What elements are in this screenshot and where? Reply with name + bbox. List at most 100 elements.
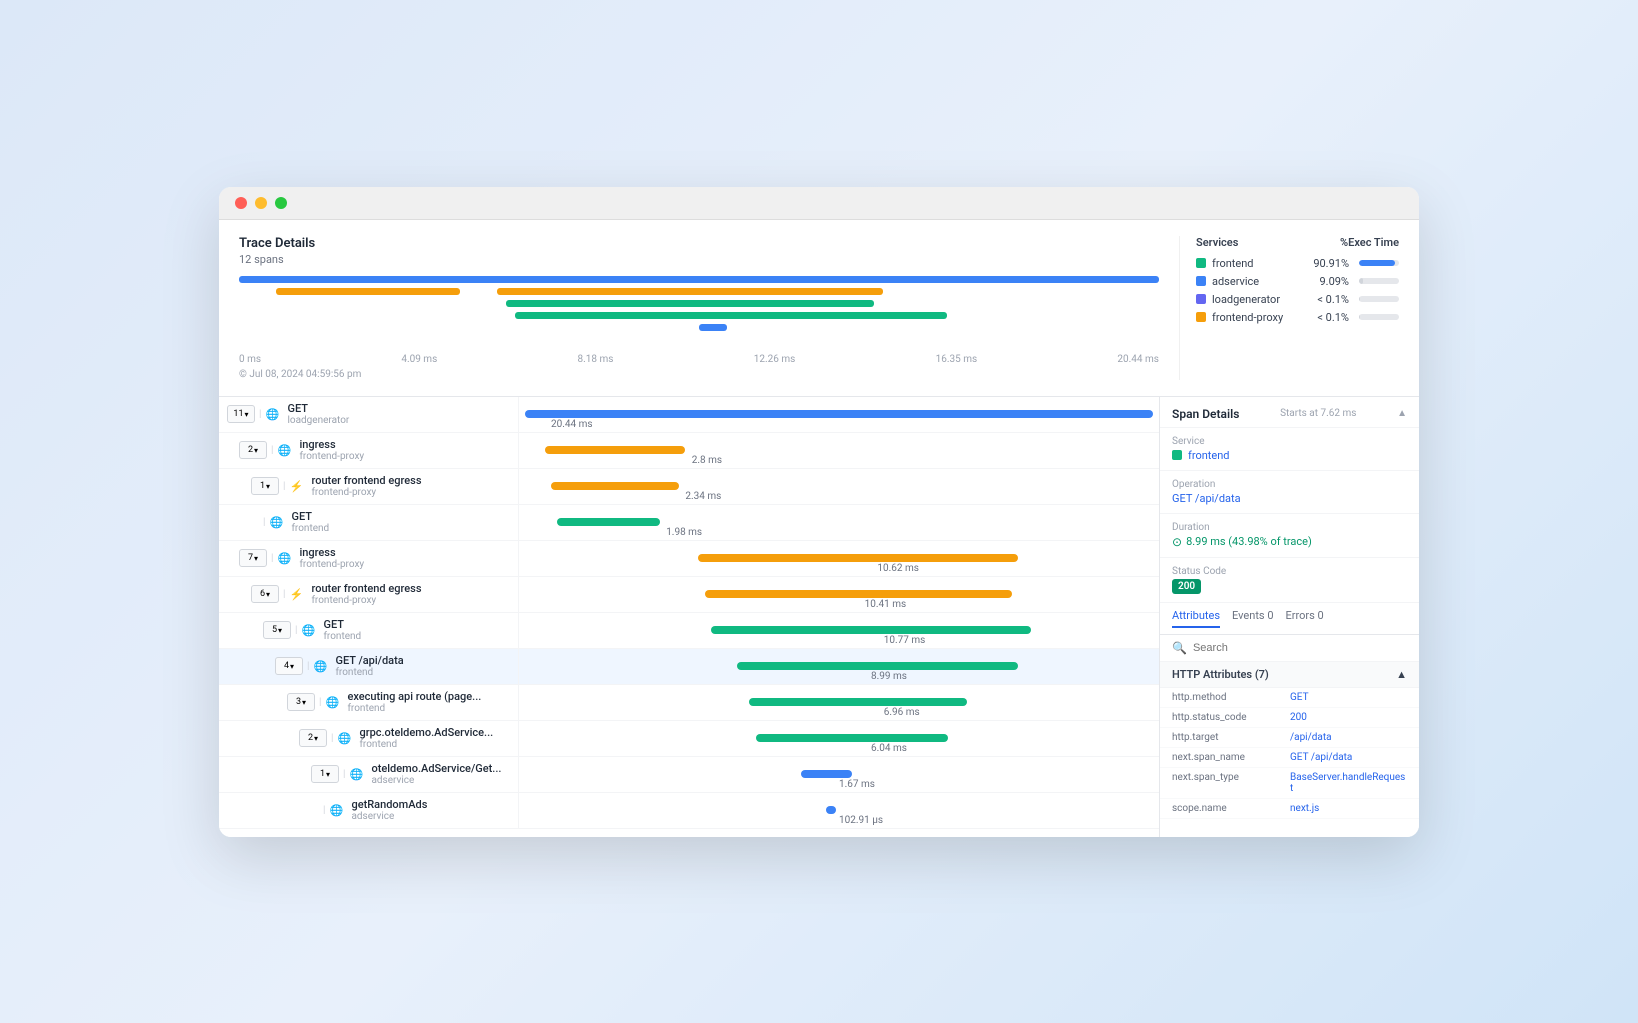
- span-row-2[interactable]: 2 ▾ | 🌐 ingress frontend-proxy: [219, 433, 1159, 469]
- service-row-frontend-proxy: frontend-proxy < 0.1%: [1196, 311, 1399, 324]
- span-details-header: Span Details Starts at 7.62 ms ▲: [1160, 397, 1419, 428]
- span-service-9: frontend: [347, 703, 481, 714]
- span-row-4[interactable]: | 🌐 GET frontend 1.98 ms: [219, 505, 1159, 541]
- span-details-starts: Starts at 7.62 ms: [1280, 408, 1356, 419]
- search-icon: 🔍: [1172, 641, 1187, 655]
- span-collapse-8[interactable]: 4 ▾: [275, 657, 303, 675]
- span-collapse-3[interactable]: 1 ▾: [251, 477, 279, 495]
- globe-icon-10: 🌐: [337, 731, 351, 745]
- span-bar-3: [551, 482, 679, 490]
- span-collapse-7[interactable]: 5 ▾: [263, 621, 291, 639]
- span-details-panel: Span Details Starts at 7.62 ms ▲ Service…: [1159, 397, 1419, 837]
- service-dot-frontend: [1196, 258, 1206, 268]
- maximize-button[interactable]: [275, 197, 287, 209]
- span-left-4: | 🌐 GET frontend: [219, 505, 519, 540]
- span-row-11[interactable]: 1 ▾ | 🌐 oteldemo.AdService/Get... adserv…: [219, 757, 1159, 793]
- attr-row-method: http.method GET: [1160, 688, 1419, 708]
- span-bar-5: [698, 554, 1018, 562]
- span-duration-9: 6.96 ms: [884, 707, 920, 718]
- span-row-12[interactable]: | 🌐 getRandomAds adservice 102.91 µs: [219, 793, 1159, 829]
- span-service-12: adservice: [351, 811, 427, 822]
- span-collapse-11[interactable]: 1 ▾: [311, 765, 339, 783]
- span-duration-11: 1.67 ms: [839, 779, 875, 790]
- span-right-6: 10.41 ms: [519, 577, 1159, 612]
- span-service-10: frontend: [359, 739, 493, 750]
- mini-bar-4: [506, 300, 874, 307]
- span-info-12: getRandomAds adservice: [351, 798, 427, 822]
- span-name-7: GET: [323, 618, 361, 631]
- mini-gantt: [239, 276, 1159, 346]
- span-row-7[interactable]: 5 ▾ | 🌐 GET frontend: [219, 613, 1159, 649]
- duration-section: Duration ⊙ 8.99 ms (43.98% of trace): [1160, 514, 1419, 558]
- span-details-title: Span Details: [1172, 407, 1239, 421]
- globe-icon-9: 🌐: [325, 695, 339, 709]
- minimize-button[interactable]: [255, 197, 267, 209]
- span-row-8[interactable]: 4 ▾ | 🌐 GET /api/data frontend: [219, 649, 1159, 685]
- attr-group-header[interactable]: HTTP Attributes (7) ▲: [1160, 662, 1419, 688]
- span-row-3[interactable]: 1 ▾ | ⚡ router frontend egress frontend-…: [219, 469, 1159, 505]
- detail-search[interactable]: 🔍: [1160, 635, 1419, 662]
- attr-row-target: http.target /api/data: [1160, 728, 1419, 748]
- span-row-9[interactable]: 3 ▾ | 🌐 executing api route (page... fro…: [219, 685, 1159, 721]
- service-pct-adservice: 9.09%: [1319, 275, 1349, 288]
- span-left-9: 3 ▾ | 🌐 executing api route (page... fro…: [219, 685, 519, 720]
- span-name-1: GET: [287, 402, 349, 415]
- span-row-6[interactable]: 6 ▾ | ⚡ router frontend egress frontend-…: [219, 577, 1159, 613]
- span-right-11: 1.67 ms: [519, 757, 1159, 792]
- span-left-2: 2 ▾ | 🌐 ingress frontend-proxy: [219, 433, 519, 468]
- span-collapse-2[interactable]: 2 ▾: [239, 441, 267, 459]
- pipe-icon-3: |: [283, 481, 285, 492]
- globe-icon-2: 🌐: [277, 443, 291, 457]
- span-info-7: GET frontend: [323, 618, 361, 642]
- span-left-6: 6 ▾ | ⚡ router frontend egress frontend-…: [219, 577, 519, 612]
- globe-icon-7: 🌐: [301, 623, 315, 637]
- scrollbar-handle[interactable]: ▲: [1397, 408, 1407, 419]
- close-button[interactable]: [235, 197, 247, 209]
- chevron-up-icon: ▲: [1396, 668, 1407, 681]
- span-indent-2: 2 ▾ | 🌐 ingress frontend-proxy: [227, 438, 364, 462]
- tab-errors[interactable]: Errors 0: [1286, 609, 1324, 628]
- span-left-8: 4 ▾ | 🌐 GET /api/data frontend: [219, 649, 519, 684]
- span-right-12: 102.91 µs: [519, 793, 1159, 828]
- service-bar-bg-frontend-proxy: [1359, 314, 1399, 320]
- span-info-6: router frontend egress frontend-proxy: [311, 582, 421, 606]
- span-collapse-1[interactable]: 11 ▾: [227, 405, 255, 423]
- span-row[interactable]: 11 ▾ | 🌐 GET loadgenerator: [219, 397, 1159, 433]
- pipe-icon-2: |: [271, 445, 273, 456]
- span-collapse-10[interactable]: 2 ▾: [299, 729, 327, 747]
- span-name-5: ingress: [299, 546, 364, 559]
- span-indent-1: 11 ▾ | 🌐 GET loadgenerator: [227, 402, 349, 426]
- span-bar-8: [737, 662, 1019, 670]
- search-input[interactable]: [1193, 642, 1407, 654]
- tab-attributes[interactable]: Attributes: [1172, 609, 1220, 628]
- service-bar-bg-frontend: [1359, 260, 1399, 266]
- span-collapse-6[interactable]: 6 ▾: [251, 585, 279, 603]
- span-collapse-5[interactable]: 7 ▾: [239, 549, 267, 567]
- trace-timestamp: © Jul 08, 2024 04:59:56 pm: [239, 369, 1159, 380]
- span-bar-9: [749, 698, 967, 706]
- span-left-10: 2 ▾ | 🌐 grpc.oteldemo.AdService... front…: [219, 721, 519, 756]
- span-info-1: GET loadgenerator: [287, 402, 349, 426]
- spans-list[interactable]: 11 ▾ | 🌐 GET loadgenerator: [219, 397, 1159, 837]
- status-code-section: Status Code 200: [1160, 558, 1419, 603]
- attr-key-status: http.status_code: [1172, 712, 1282, 723]
- trace-spans: 12 spans: [239, 253, 1159, 266]
- pct-header: %Exec Time: [1340, 236, 1399, 249]
- operation-section: Operation GET /api/data: [1160, 471, 1419, 514]
- service-dot-loadgenerator: [1196, 294, 1206, 304]
- tab-events[interactable]: Events 0: [1232, 609, 1273, 628]
- attr-val-target: /api/data: [1290, 732, 1332, 743]
- span-row-10[interactable]: 2 ▾ | 🌐 grpc.oteldemo.AdService... front…: [219, 721, 1159, 757]
- span-right-5: 10.62 ms: [519, 541, 1159, 576]
- timeline-label-2: 8.18 ms: [578, 354, 614, 365]
- service-name-loadgenerator: loadgenerator: [1212, 293, 1311, 306]
- span-duration-4: 1.98 ms: [666, 527, 702, 538]
- span-duration-1: 20.44 ms: [551, 419, 593, 430]
- span-right-7: 10.77 ms: [519, 613, 1159, 648]
- status-code-label: Status Code: [1172, 566, 1407, 577]
- service-bar-bg-loadgenerator: [1359, 296, 1399, 302]
- service-value: frontend: [1188, 449, 1230, 462]
- span-right-3: 2.34 ms: [519, 469, 1159, 504]
- span-row-5[interactable]: 7 ▾ | 🌐 ingress frontend-proxy: [219, 541, 1159, 577]
- span-collapse-9[interactable]: 3 ▾: [287, 693, 315, 711]
